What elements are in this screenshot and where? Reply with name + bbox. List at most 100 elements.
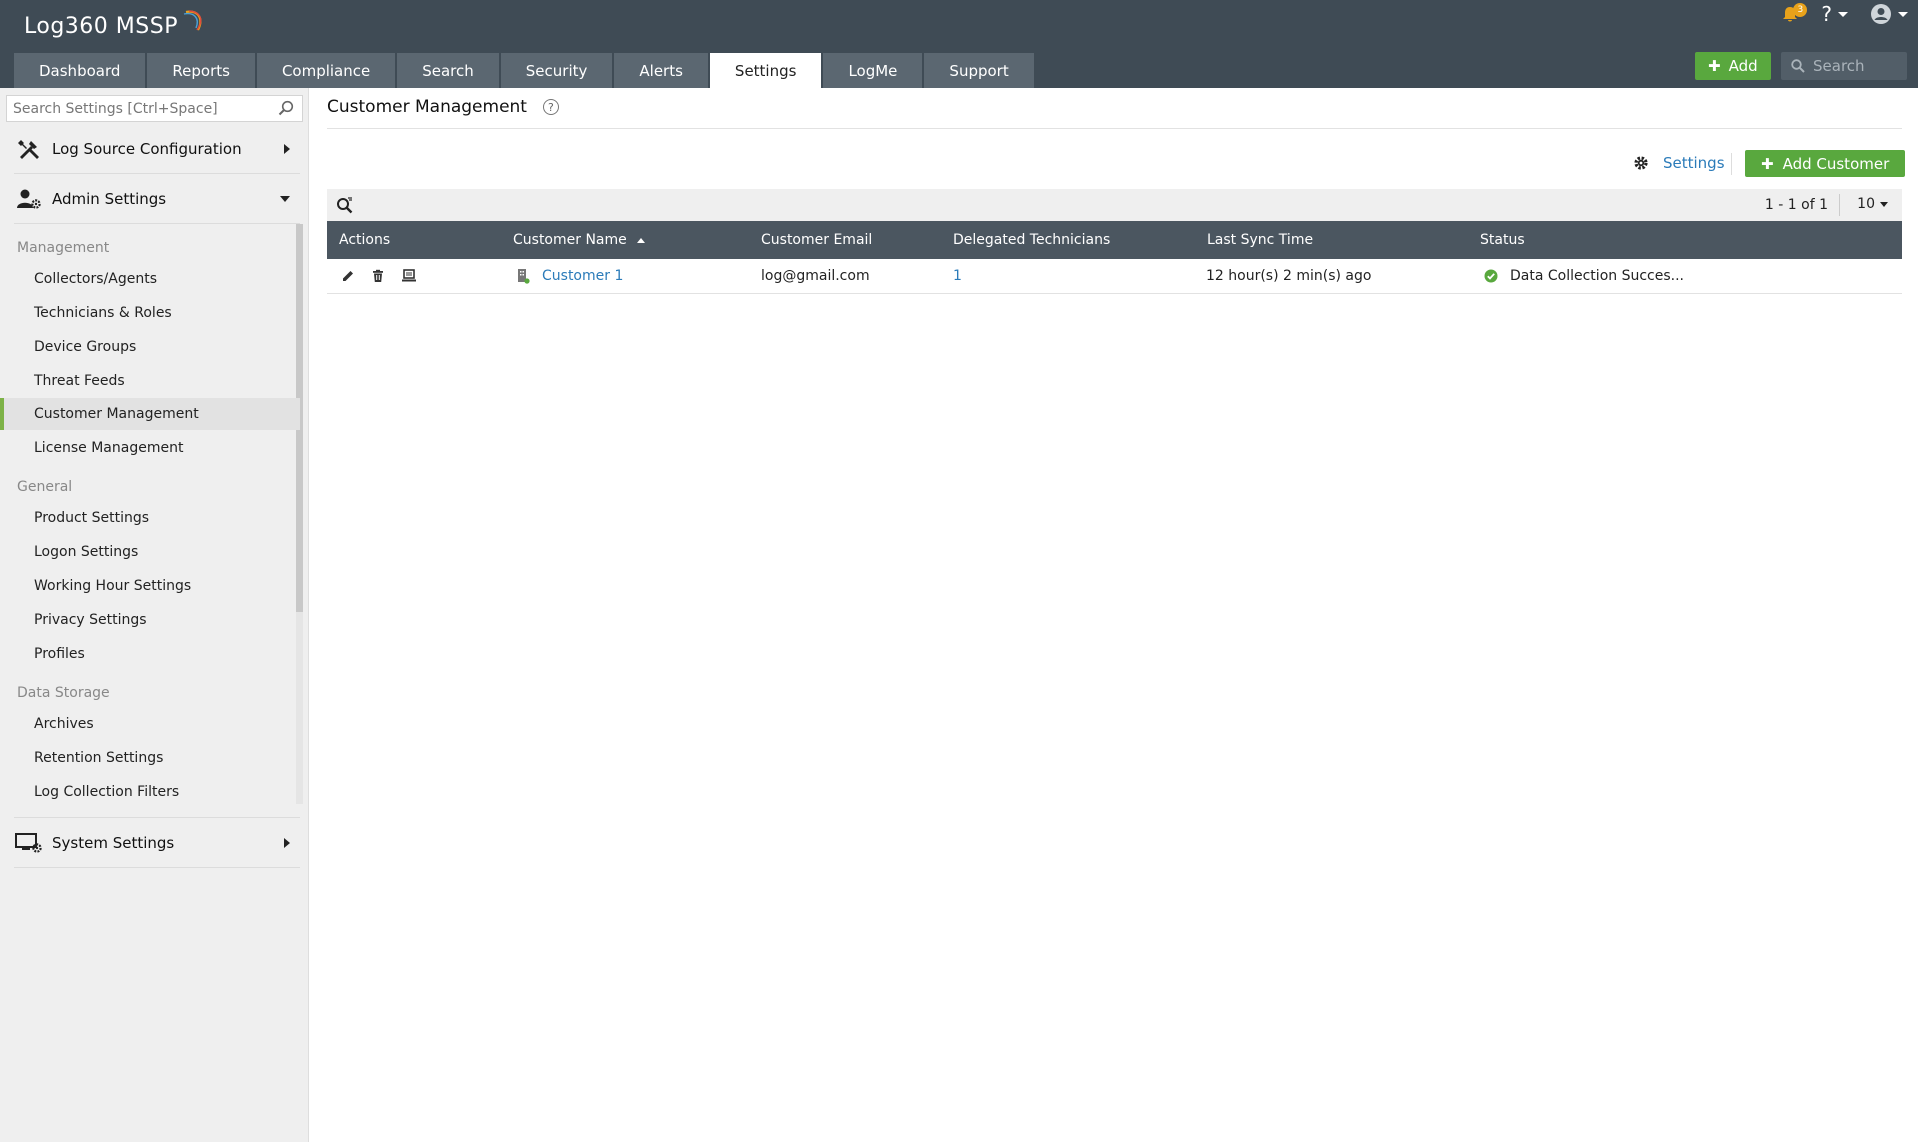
tab-label: Alerts <box>639 61 683 80</box>
tab-compliance[interactable]: Compliance <box>256 53 396 88</box>
settings-search-placeholder: Search Settings [Ctrl+Space] <box>13 100 218 117</box>
column-header-label: Actions <box>339 232 391 248</box>
tab-label: Search <box>422 61 474 80</box>
header-add-button[interactable]: ✚ Add <box>1695 52 1771 80</box>
manage-devices-icon[interactable] <box>401 269 417 283</box>
row-last-sync-time: 12 hour(s) 2 min(s) ago <box>1206 259 1371 293</box>
column-header-status[interactable]: Status <box>1480 221 1525 259</box>
last-sync-text: 12 hour(s) 2 min(s) ago <box>1206 268 1372 284</box>
customer-email-text: log@gmail.com <box>761 268 870 284</box>
table-settings-link[interactable]: Settings <box>1633 154 1725 172</box>
sidebar-item-label: Threat Feeds <box>34 373 125 389</box>
divider <box>327 128 1902 129</box>
sidebar-item-logon-settings[interactable]: Logon Settings <box>0 536 300 568</box>
row-customer-name-cell: Customer 1 <box>516 259 623 293</box>
section-label: Admin Settings <box>52 189 167 208</box>
header-search-placeholder: Search <box>1813 57 1865 75</box>
notifications-button[interactable]: 3 <box>1781 3 1808 23</box>
column-header-customer-email[interactable]: Customer Email <box>761 221 872 259</box>
column-header-label: Customer Email <box>761 232 873 248</box>
section-admin-settings[interactable]: Admin Settings <box>14 174 300 224</box>
add-button-label: Add <box>1728 57 1758 75</box>
row-actions <box>341 259 417 293</box>
sidebar-item-label: Customer Management <box>34 406 199 422</box>
tab-label: Reports <box>172 61 230 80</box>
sidebar-item-profiles[interactable]: Profiles <box>0 638 300 670</box>
help-circle-icon[interactable]: ? <box>542 99 559 115</box>
chevron-down-icon <box>1880 201 1888 207</box>
chevron-right-icon <box>284 837 290 848</box>
tab-alerts[interactable]: Alerts <box>614 53 708 88</box>
tab-label: Dashboard <box>39 61 121 80</box>
help-menu-button[interactable]: ? <box>1821 2 1848 26</box>
rows-per-page-select[interactable]: 10 <box>1857 196 1888 212</box>
tab-support[interactable]: Support <box>924 53 1034 88</box>
status-text: Data Collection Succes... <box>1510 268 1684 284</box>
sidebar-item-retention-settings[interactable]: Retention Settings <box>0 742 300 774</box>
section-label: System Settings <box>52 833 175 852</box>
column-header-customer-name[interactable]: Customer Name <box>513 221 645 259</box>
sidebar-item-log-collection-filters[interactable]: Log Collection Filters <box>0 776 300 808</box>
sidebar-item-label: Archives <box>34 716 94 732</box>
sidebar-item-archives[interactable]: Archives <box>0 708 300 740</box>
sidebar-item-label: Working Hour Settings <box>34 578 192 594</box>
table-toolbar: 1 - 1 of 1 10 <box>327 189 1902 221</box>
sidebar-item-label: Retention Settings <box>34 750 164 766</box>
section-log-source-configuration[interactable]: Log Source Configuration <box>14 124 300 174</box>
add-customer-button[interactable]: ✚ Add Customer <box>1745 150 1906 177</box>
tab-settings[interactable]: Settings <box>709 53 822 88</box>
search-icon[interactable] <box>278 100 294 116</box>
tab-reports[interactable]: Reports <box>147 53 255 88</box>
column-header-label: Customer Name <box>513 232 627 248</box>
sidebar-item-label: License Management <box>34 440 184 456</box>
help-icon: ? <box>1821 2 1832 26</box>
sidebar-item-threat-feeds[interactable]: Threat Feeds <box>0 365 300 397</box>
rows-per-page-value: 10 <box>1857 196 1875 212</box>
sidebar-item-product-settings[interactable]: Product Settings <box>0 502 300 534</box>
tab-search[interactable]: Search <box>397 53 499 88</box>
sidebar-item-license-management[interactable]: License Management <box>0 432 300 464</box>
pagination-info: 1 - 1 of 1 <box>1764 197 1828 213</box>
delete-trash-icon[interactable] <box>371 269 385 283</box>
header-search-input[interactable]: Search <box>1781 52 1907 80</box>
customer-building-icon <box>518 269 530 284</box>
tab-label: LogMe <box>848 61 898 80</box>
column-header-delegated-technicians[interactable]: Delegated Technicians <box>953 221 1110 259</box>
divider <box>1731 153 1732 175</box>
user-menu-button[interactable] <box>1870 3 1908 25</box>
sidebar-item-customer-management[interactable]: Customer Management <box>0 398 300 430</box>
admin-user-gear-icon <box>14 188 44 210</box>
row-customer-email: log@gmail.com <box>761 259 870 293</box>
table-search-icon[interactable] <box>336 196 354 214</box>
gear-icon <box>1634 156 1648 170</box>
row-delegated-technicians: 1 <box>953 259 962 293</box>
sidebar-item-label: Profiles <box>34 646 85 662</box>
sidebar-item-label: Device Groups <box>34 339 137 355</box>
section-label: Log Source Configuration <box>52 139 242 158</box>
customer-name-link[interactable]: Customer 1 <box>542 268 623 284</box>
chevron-right-icon <box>284 143 290 154</box>
technicians-count-link[interactable]: 1 <box>953 268 962 284</box>
column-header-last-sync-time[interactable]: Last Sync Time <box>1207 221 1313 259</box>
sidebar-item-technicians-roles[interactable]: Technicians & Roles <box>0 297 300 329</box>
user-avatar-icon <box>1871 4 1891 24</box>
top-header: Log360 MSSP Dashboard Reports Compliance… <box>0 0 1918 88</box>
product-logo[interactable]: Log360 MSSP <box>24 9 208 39</box>
sidebar-item-privacy-settings[interactable]: Privacy Settings <box>0 604 300 636</box>
tab-logme[interactable]: LogMe <box>823 53 923 88</box>
edit-pencil-icon[interactable] <box>341 269 355 283</box>
success-check-icon <box>1484 269 1498 283</box>
section-system-settings[interactable]: System Settings <box>14 818 300 868</box>
group-label-management: Management <box>17 240 110 256</box>
sidebar-item-device-groups[interactable]: Device Groups <box>0 331 300 363</box>
table-row: Customer 1 log@gmail.com 1 12 hour(s) 2 … <box>327 259 1902 294</box>
page-title-row: Customer Management ? <box>327 97 559 117</box>
tab-dashboard[interactable]: Dashboard <box>14 53 146 88</box>
search-icon <box>1791 59 1805 73</box>
tab-security[interactable]: Security <box>500 53 613 88</box>
tab-label: Support <box>949 61 1009 80</box>
settings-search-input[interactable]: Search Settings [Ctrl+Space] <box>6 95 303 122</box>
sidebar-item-collectors-agents[interactable]: Collectors/Agents <box>0 263 300 295</box>
tab-label: Settings <box>734 61 797 80</box>
sidebar-item-working-hour-settings[interactable]: Working Hour Settings <box>0 570 300 602</box>
